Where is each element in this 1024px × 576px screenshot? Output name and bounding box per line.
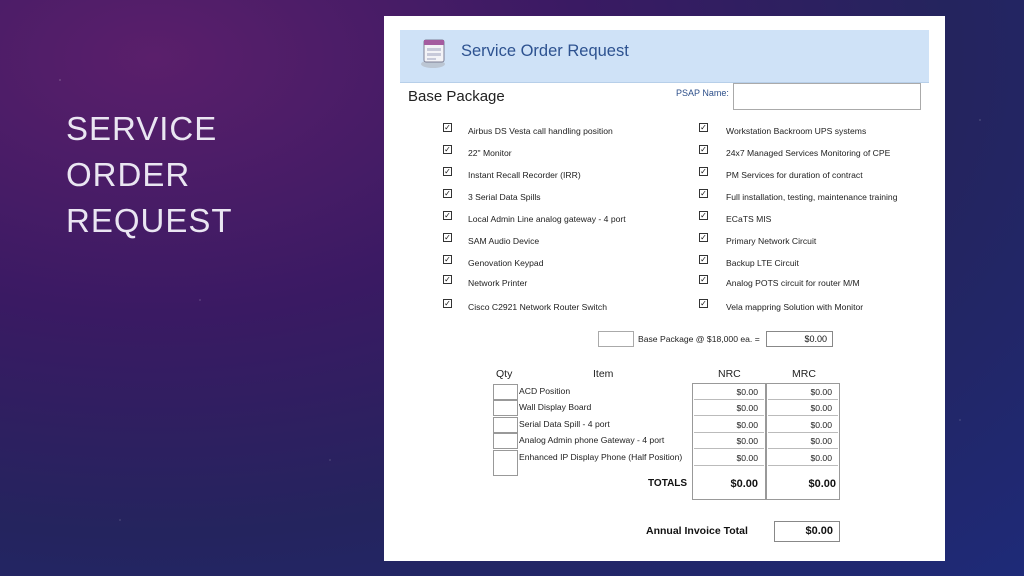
checklist-item-label: Primary Network Circuit <box>726 236 817 246</box>
checkbox[interactable]: ✓ <box>699 211 708 220</box>
form-header: Service Order Request <box>400 30 929 83</box>
checklist-item-label: 24x7 Managed Services Monitoring of CPE <box>726 148 891 158</box>
checkbox[interactable]: ✓ <box>443 233 452 242</box>
base-package-total: $0.00 <box>766 331 833 347</box>
checklist-item-label: 3 Serial Data Spills <box>468 192 541 202</box>
checkbox[interactable]: ✓ <box>443 299 452 308</box>
mrc-value: $0.00 <box>768 400 838 416</box>
checklist-item-label: Genovation Keypad <box>468 258 544 268</box>
checklist-item-label: SAM Audio Device <box>468 236 540 246</box>
checklist-item-label: ECaTS MIS <box>726 214 772 224</box>
base-package-price-label: Base Package @ $18,000 ea. = <box>638 334 760 344</box>
item-label: Enhanced IP Display Phone (Half Position… <box>519 452 683 462</box>
service-order-form: Service Order Request Base Package PSAP … <box>384 16 945 561</box>
qty-input[interactable] <box>493 417 518 433</box>
checkbox[interactable]: ✓ <box>699 123 708 132</box>
item-header: Item <box>593 368 614 380</box>
checklist-item-label: Full installation, testing, maintenance … <box>726 192 898 202</box>
mrc-value: $0.00 <box>768 384 838 400</box>
slide-title-line: SERVICE <box>66 110 218 147</box>
checklist-item-label: Local Admin Line analog gateway - 4 port <box>468 214 626 224</box>
totals-label: TOTALS <box>648 478 688 489</box>
checklist-item-label: Analog POTS circuit for router M/M <box>726 278 860 288</box>
checklist-item-label: Network Printer <box>468 278 528 288</box>
mrc-value: $0.00 <box>768 450 838 466</box>
checkbox[interactable]: ✓ <box>699 167 708 176</box>
slide-title-line: REQUEST <box>66 202 233 239</box>
base-package-qty-input[interactable] <box>598 331 634 347</box>
item-label: Serial Data Spill - 4 port <box>519 419 610 429</box>
mrc-header: MRC <box>792 368 816 380</box>
item-label: Analog Admin phone Gateway - 4 port <box>519 435 665 445</box>
nrc-value: $0.00 <box>694 450 764 466</box>
checklist-item-label: PM Services for duration of contract <box>726 170 863 180</box>
checkbox[interactable]: ✓ <box>443 211 452 220</box>
checklist-item-label: Workstation Backroom UPS systems <box>726 126 867 136</box>
checkbox[interactable]: ✓ <box>699 255 708 264</box>
qty-input[interactable] <box>493 400 518 416</box>
form-title: Service Order Request <box>461 42 629 60</box>
checkbox[interactable]: ✓ <box>443 275 452 284</box>
annual-invoice-label: Annual Invoice Total <box>646 525 748 537</box>
checkbox[interactable]: ✓ <box>443 123 452 132</box>
mrc-value: $0.00 <box>768 433 838 449</box>
checkbox[interactable]: ✓ <box>699 145 708 154</box>
checklist-item-label: Backup LTE Circuit <box>726 258 799 268</box>
total-nrc: $0.00 <box>730 478 758 490</box>
item-label: Wall Display Board <box>519 402 592 412</box>
checklist-item-label: 22" Monitor <box>468 148 512 158</box>
checkbox[interactable]: ✓ <box>443 255 452 264</box>
checkbox[interactable]: ✓ <box>699 233 708 242</box>
nrc-value: $0.00 <box>694 384 764 400</box>
checklist-item-label: Vela mappring Solution with Monitor <box>726 302 864 312</box>
checkbox[interactable]: ✓ <box>443 167 452 176</box>
nrc-value: $0.00 <box>694 433 764 449</box>
section-title: Base Package <box>408 88 505 105</box>
nrc-value: $0.00 <box>694 417 764 433</box>
psap-name-input[interactable] <box>733 83 921 110</box>
checkbox[interactable]: ✓ <box>443 145 452 154</box>
qty-header: Qty <box>496 368 513 380</box>
checkbox[interactable]: ✓ <box>443 189 452 198</box>
annual-invoice-total: $0.00 <box>774 521 840 542</box>
checklist-item-label: Airbus DS Vesta call handling position <box>468 126 613 136</box>
psap-label: PSAP Name: <box>676 88 729 98</box>
qty-input[interactable] <box>493 384 518 400</box>
item-label: ACD Position <box>519 386 571 396</box>
slide-title-line: ORDER <box>66 156 191 193</box>
checklist-item-label: Cisco C2921 Network Router Switch <box>468 302 607 312</box>
nrc-value: $0.00 <box>694 400 764 416</box>
qty-input[interactable] <box>493 433 518 449</box>
checklist-item-label: Instant Recall Recorder (IRR) <box>468 170 581 180</box>
qty-input[interactable] <box>493 450 518 476</box>
total-mrc: $0.00 <box>808 478 836 490</box>
checkbox[interactable]: ✓ <box>699 275 708 284</box>
form-icon <box>421 39 445 68</box>
nrc-header: NRC <box>718 368 741 380</box>
mrc-value: $0.00 <box>768 417 838 433</box>
checkbox[interactable]: ✓ <box>699 299 708 308</box>
checkbox[interactable]: ✓ <box>699 189 708 198</box>
slide-title: SERVICE ORDER REQUEST <box>66 106 233 244</box>
